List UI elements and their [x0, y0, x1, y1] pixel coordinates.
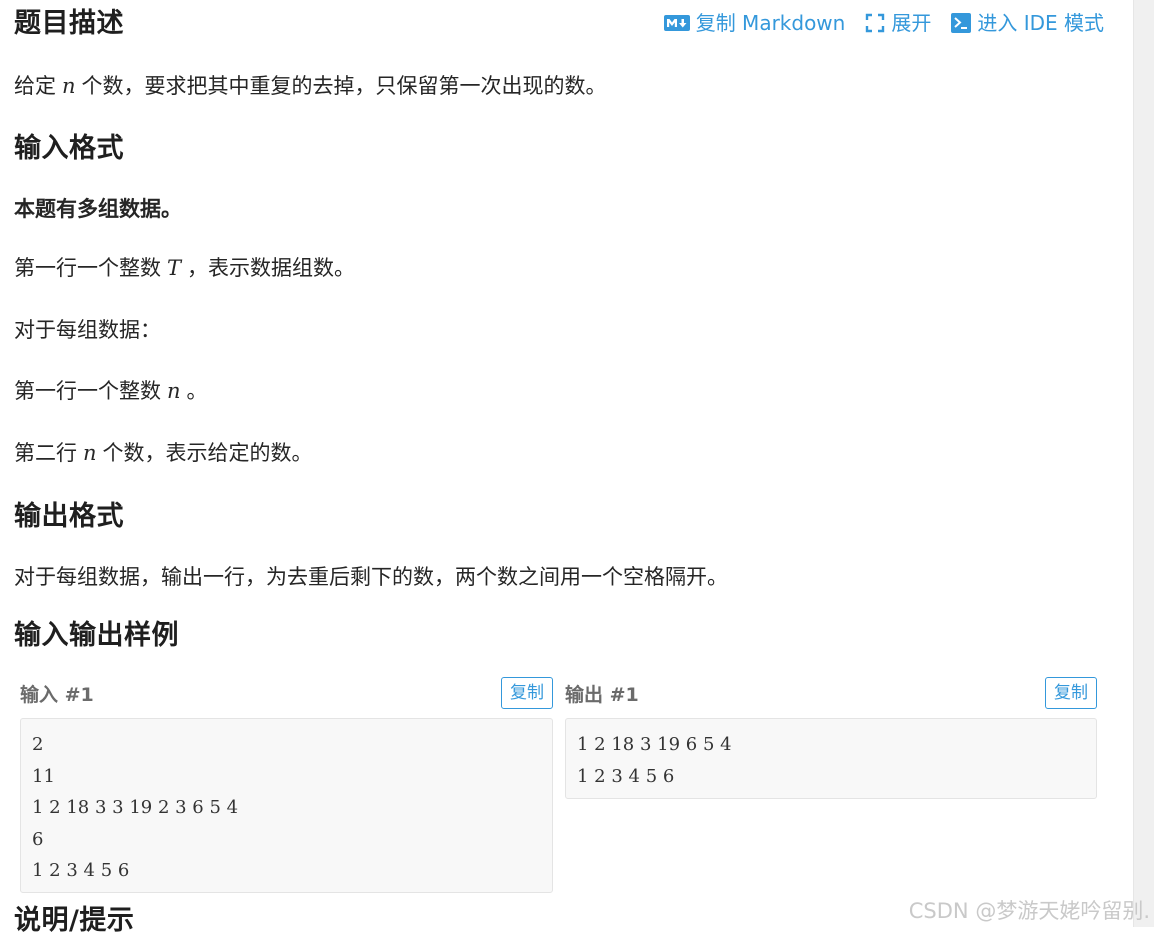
input-format-heading: 输入格式	[14, 133, 124, 164]
math-var-n: n	[167, 379, 181, 403]
copy-markdown-button[interactable]: 复制 Markdown	[663, 8, 846, 38]
input-multi-note: 本题有多组数据。	[14, 197, 182, 221]
description-text-before: 给定	[14, 74, 56, 98]
markdown-icon	[663, 15, 690, 31]
sample-output-box[interactable]: 1 2 18 3 19 6 5 4 1 2 3 4 5 6	[565, 718, 1097, 799]
sample-input-line: 2	[32, 734, 44, 755]
input-line1-text: 第一行一个整数 T ，表示数据组数。	[14, 253, 355, 283]
input-line3-text: 第二行 n 个数，表示给定的数。	[14, 438, 313, 468]
input-each-text: 对于每组数据：	[14, 318, 161, 342]
output-format-text: 对于每组数据，输出一行，为去重后剩下的数，两个数之间用一个空格隔开。	[14, 565, 728, 589]
output-format-heading: 输出格式	[14, 501, 124, 532]
sample-input-line: 1 2 3 4 5 6	[32, 860, 130, 881]
samples-heading: 输入输出样例	[14, 620, 179, 651]
math-var-n: n	[83, 441, 97, 465]
sample-input-label: 输入 #1	[20, 683, 94, 706]
copy-sample-output-button[interactable]: 复制	[1045, 677, 1097, 709]
expand-icon	[865, 13, 885, 33]
input-line2-text: 第一行一个整数 n。	[14, 376, 208, 406]
sample-output-line: 1 2 3 4 5 6	[577, 765, 675, 787]
ide-mode-label: 进入 IDE 模式	[977, 11, 1104, 35]
input-line3-after: 个数，表示给定的数。	[102, 441, 313, 465]
input-line3-before: 第二行	[14, 441, 77, 465]
expand-button[interactable]: 展开	[865, 8, 931, 38]
input-line1-before: 第一行一个整数	[14, 256, 161, 280]
copy-sample-input-button[interactable]: 复制	[501, 677, 553, 709]
expand-label: 展开	[891, 11, 932, 35]
sample-input-line: 1 2 18 3 3 19 2 3 6 5 4	[32, 797, 239, 818]
math-var-n: n	[62, 74, 76, 98]
sample-input-header: 输入 #1 复制	[20, 676, 553, 710]
input-line1-after: ，表示数据组数。	[187, 256, 356, 280]
sample-input-box[interactable]: 2 11 1 2 18 3 3 19 2 3 6 5 4 6 1 2 3 4 5…	[20, 718, 553, 893]
sample-output-line: 1 2 18 3 19 6 5 4	[577, 734, 732, 755]
sample-input-line: 11	[32, 765, 55, 787]
description-heading: 题目描述	[14, 8, 124, 39]
sample-input-line: 6	[32, 828, 44, 850]
copy-markdown-label: 复制 Markdown	[695, 11, 846, 35]
sample-output-header: 输出 #1 复制	[565, 676, 1097, 710]
ide-mode-button[interactable]: 进入 IDE 模式	[951, 8, 1104, 38]
problem-toolbar: 复制 Markdown 展开 进入 IDE 模式	[663, 8, 1104, 38]
description-text: 给定 n 个数，要求把其中重复的去掉，只保留第一次出现的数。	[14, 71, 607, 101]
terminal-icon	[951, 13, 972, 33]
page-scrollbar[interactable]	[1133, 0, 1154, 927]
csdn-watermark: CSDN @梦游天姥吟留别.	[908, 899, 1150, 923]
hint-heading: 说明/提示	[14, 905, 135, 936]
math-var-t: T	[167, 256, 182, 280]
sample-output-label: 输出 #1	[565, 683, 639, 706]
input-line2-before: 第一行一个整数	[14, 379, 161, 403]
input-line2-after: 。	[186, 379, 208, 403]
description-text-after: 个数，要求把其中重复的去掉，只保留第一次出现的数。	[81, 74, 607, 98]
